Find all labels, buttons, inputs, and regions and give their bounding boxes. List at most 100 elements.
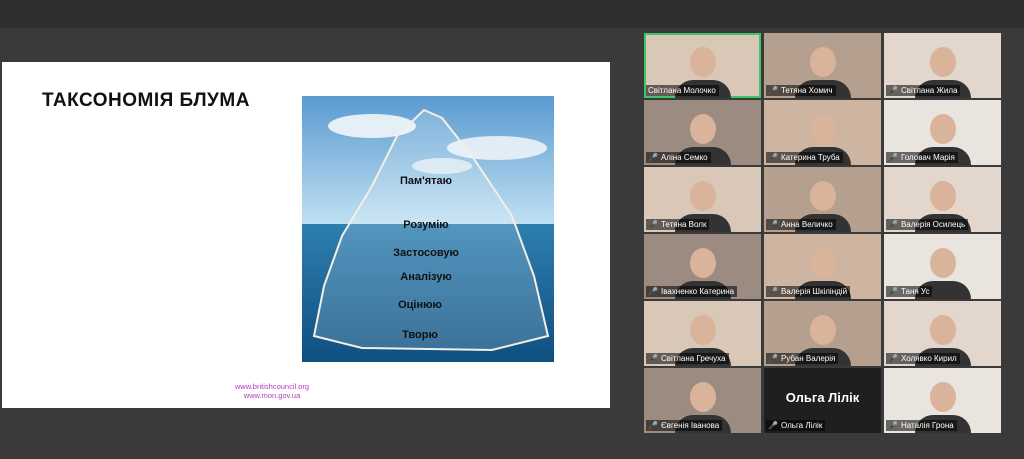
participant-tile[interactable]: Світлана Молочко [644, 33, 761, 98]
participant-name-label: 🎤 Тетяна Хомич [766, 85, 836, 96]
participant-face [689, 114, 716, 144]
participant-name-label: 🎤 Катерина Труба [766, 152, 843, 163]
mic-muted-icon: 🎤 [648, 421, 658, 430]
participant-name-label: 🎤 Аліна Семко [646, 152, 711, 163]
participant-display-name: Ольга Лілік [785, 390, 860, 405]
participant-face [689, 181, 716, 211]
participant-tile[interactable]: 🎤 Холявко Кирил [884, 301, 1001, 366]
participant-name-label: 🎤 Рубан Валерія [766, 353, 839, 364]
participant-face [929, 47, 956, 77]
top-bar [0, 0, 1024, 28]
participant-face [689, 382, 716, 412]
level-evaluate: Оцінюю [398, 299, 442, 311]
participant-name-label: 🎤 Анна Величко [766, 219, 836, 230]
participant-name: Івахненко Катерина [660, 287, 735, 296]
participant-tile[interactable]: 🎤 Тетяна Волк [644, 167, 761, 232]
mic-muted-icon: 🎤 [888, 86, 898, 95]
participant-grid: Світлана Молочко 🎤 Тетяна Хомич 🎤 Світлана Ж… [644, 33, 1002, 436]
mic-muted-icon: 🎤 [888, 287, 898, 296]
mic-muted-icon: 🎤 [768, 287, 778, 296]
participant-tile[interactable]: 🎤 Анна Величко [764, 167, 881, 232]
mic-muted-icon: 🎤 [648, 153, 658, 162]
participant-name: Світлана Жила [900, 86, 958, 95]
participant-name: Світлана Молочко [648, 86, 716, 95]
level-analyze: Аналізую [400, 271, 451, 283]
participant-tile[interactable]: 🎤 Світлана Гречуха [644, 301, 761, 366]
participant-name: Ольга Лілік [780, 421, 823, 430]
participant-face [929, 181, 956, 211]
participant-tile[interactable]: 🎤 Аліна Семко [644, 100, 761, 165]
participant-face [689, 315, 716, 345]
level-apply: Застосовую [393, 247, 459, 259]
mic-muted-icon: 🎤 [888, 220, 898, 229]
mic-muted-icon: 🎤 [768, 220, 778, 229]
participant-face [689, 47, 716, 77]
mic-muted-icon: 🎤 [768, 421, 778, 430]
participant-name-label: 🎤 Валерія Осилець [886, 219, 969, 230]
participant-name-label: 🎤 Євгенія Іванова [646, 420, 723, 431]
mic-muted-icon: 🎤 [648, 354, 658, 363]
participant-face [689, 248, 716, 278]
participant-tile[interactable]: 🎤 Таня Ус [884, 234, 1001, 299]
participant-name-label: 🎤 Івахненко Катерина [646, 286, 738, 297]
participant-name: Катерина Труба [780, 153, 840, 162]
participant-face [809, 181, 836, 211]
participant-name-label: 🎤 Світлана Жила [886, 85, 961, 96]
participant-name: Наталія Грона [900, 421, 954, 430]
level-create: Творю [402, 329, 438, 341]
participant-name: Аліна Семко [660, 153, 708, 162]
mic-muted-icon: 🎤 [888, 421, 898, 430]
participant-tile[interactable]: 🎤 Тетяна Хомич [764, 33, 881, 98]
participant-name: Валерія Осилець [900, 220, 966, 229]
mic-muted-icon: 🎤 [648, 220, 658, 229]
level-understand: Розумію [403, 219, 448, 231]
participant-name-label: 🎤 Головач Марія [886, 152, 958, 163]
participant-name-label: Світлана Молочко [646, 85, 719, 96]
participant-face [929, 315, 956, 345]
level-remember: Пам'ятаю [400, 175, 452, 187]
participant-face [809, 248, 836, 278]
participant-tile[interactable]: Ольга Лілік 🎤 Ольга Лілік [764, 368, 881, 433]
participant-name-label: 🎤 Ольга Лілік [766, 420, 826, 431]
participant-tile[interactable]: 🎤 Валерія Осилець [884, 167, 1001, 232]
participant-name: Тетяна Хомич [780, 86, 833, 95]
participant-face [929, 114, 956, 144]
participant-face [809, 114, 836, 144]
participant-name-label: 🎤 Таня Ус [886, 286, 933, 297]
participant-name: Євгенія Іванова [660, 421, 720, 430]
participant-tile[interactable]: 🎤 Рубан Валерія [764, 301, 881, 366]
participant-name: Валерія Шкіліндій [780, 287, 848, 296]
shared-slide: ТАКСОНОМІЯ БЛУМА Пам'ятаю Розумію Застос… [2, 62, 610, 408]
participant-name: Холявко Кирил [900, 354, 957, 363]
participant-tile[interactable]: 🎤 Світлана Жила [884, 33, 1001, 98]
iceberg-image: Пам'ятаю Розумію Застосовую Аналізую Оці… [302, 96, 554, 362]
participant-tile[interactable]: 🎤 Валерія Шкіліндій [764, 234, 881, 299]
mic-muted-icon: 🎤 [768, 354, 778, 363]
participant-name-label: 🎤 Холявко Кирил [886, 353, 960, 364]
participant-name: Рубан Валерія [780, 354, 836, 363]
participant-name: Анна Величко [780, 220, 833, 229]
slide-title: ТАКСОНОМІЯ БЛУМА [42, 90, 250, 111]
participant-name-label: 🎤 Наталія Грона [886, 420, 957, 431]
mic-muted-icon: 🎤 [768, 86, 778, 95]
participant-name: Головач Марія [900, 153, 955, 162]
link-british-council[interactable]: www.britishcouncil.org [0, 382, 576, 391]
participant-name-label: 🎤 Тетяна Волк [646, 219, 710, 230]
mic-muted-icon: 🎤 [888, 153, 898, 162]
participant-tile[interactable]: 🎤 Головач Марія [884, 100, 1001, 165]
link-mon[interactable]: www.mon.gov.ua [0, 391, 576, 400]
participant-tile[interactable]: 🎤 Івахненко Катерина [644, 234, 761, 299]
mic-muted-icon: 🎤 [768, 153, 778, 162]
participant-tile[interactable]: 🎤 Катерина Труба [764, 100, 881, 165]
participant-face [929, 248, 956, 278]
participant-name-label: 🎤 Світлана Гречуха [646, 353, 729, 364]
participant-face [809, 315, 836, 345]
participant-face [809, 47, 836, 77]
participant-tile[interactable]: 🎤 Наталія Грона [884, 368, 1001, 433]
mic-muted-icon: 🎤 [648, 287, 658, 296]
participant-name: Таня Ус [900, 287, 930, 296]
participant-name: Тетяна Волк [660, 220, 707, 229]
participant-name: Світлана Гречуха [660, 354, 726, 363]
participant-name-label: 🎤 Валерія Шкіліндій [766, 286, 851, 297]
participant-tile[interactable]: 🎤 Євгенія Іванова [644, 368, 761, 433]
